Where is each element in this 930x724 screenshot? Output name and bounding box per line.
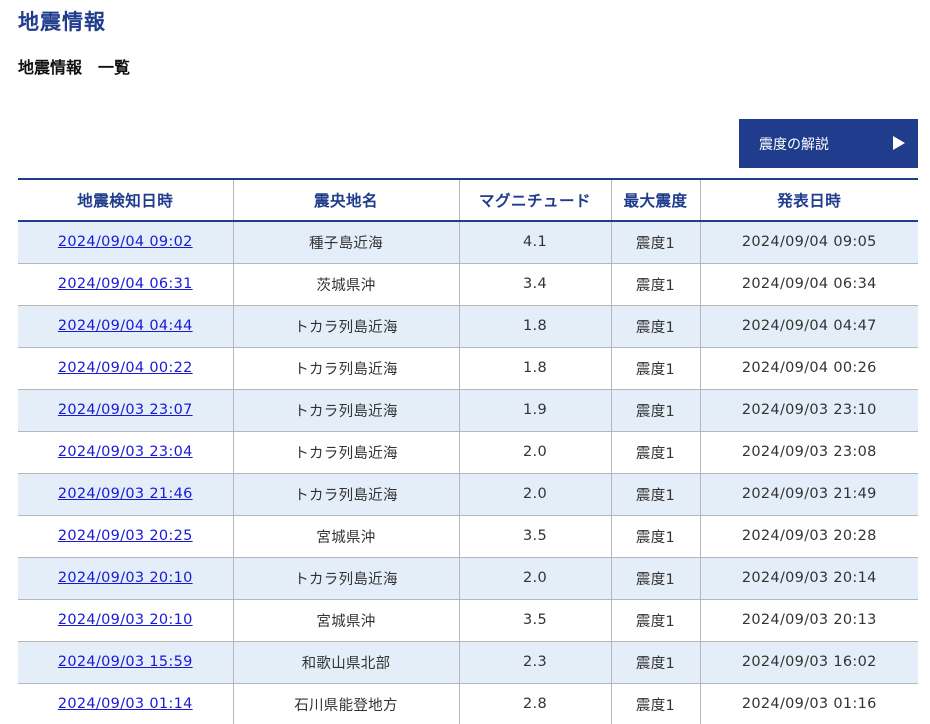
header-magnitude: マグニチュード	[458, 178, 611, 222]
max-intensity-cell: 震度1	[610, 683, 700, 724]
announced-time-cell: 2024/09/03 23:10	[699, 389, 918, 432]
detected-time-link[interactable]: 2024/09/04 06:31	[58, 276, 193, 292]
detected-time-cell: 2024/09/03 20:10	[18, 557, 233, 600]
announced-time-cell: 2024/09/03 20:13	[699, 599, 918, 642]
magnitude-cell: 2.0	[458, 473, 611, 516]
magnitude-cell: 3.4	[458, 263, 611, 306]
announced-time-cell: 2024/09/03 20:14	[699, 557, 918, 600]
table-row: 2024/09/03 21:46 トカラ列島近海 2.0 震度1 2024/09/03 …	[18, 473, 918, 516]
header-epicenter: 震央地名	[232, 178, 459, 222]
detected-time-link[interactable]: 2024/09/03 01:14	[58, 696, 193, 712]
epicenter-cell: トカラ列島近海	[232, 389, 459, 432]
detected-time-link[interactable]: 2024/09/04 09:02	[58, 234, 193, 250]
detected-time-cell: 2024/09/03 23:07	[18, 389, 233, 432]
detected-time-cell: 2024/09/03 20:25	[18, 515, 233, 558]
table-row: 2024/09/03 23:04 トカラ列島近海 2.0 震度1 2024/09/03 …	[18, 431, 918, 474]
table-row: 2024/09/04 00:22 トカラ列島近海 1.8 震度1 2024/09/04 …	[18, 347, 918, 390]
epicenter-cell: 茨城県沖	[232, 263, 459, 306]
announced-time-cell: 2024/09/03 21:49	[699, 473, 918, 516]
detected-time-cell: 2024/09/04 06:31	[18, 263, 233, 306]
max-intensity-cell: 震度1	[610, 389, 700, 432]
intensity-explanation-label: 震度の解説	[759, 136, 829, 153]
detected-time-cell: 2024/09/03 20:10	[18, 599, 233, 642]
max-intensity-cell: 震度1	[610, 641, 700, 684]
epicenter-cell: 和歌山県北部	[232, 641, 459, 684]
epicenter-cell: 種子島近海	[232, 221, 459, 264]
detected-time-link[interactable]: 2024/09/03 20:10	[58, 612, 193, 628]
detected-time-link[interactable]: 2024/09/03 15:59	[58, 654, 193, 670]
table-row: 2024/09/04 04:44 トカラ列島近海 1.8 震度1 2024/09/04 …	[18, 305, 918, 348]
detected-time-cell: 2024/09/04 04:44	[18, 305, 233, 348]
max-intensity-cell: 震度1	[610, 557, 700, 600]
detected-time-cell: 2024/09/04 09:02	[18, 221, 233, 264]
epicenter-cell: トカラ列島近海	[232, 305, 459, 348]
table-row: 2024/09/03 15:59 和歌山県北部 2.3 震度1 2024/09/03 1…	[18, 641, 918, 684]
detected-time-cell: 2024/09/03 23:04	[18, 431, 233, 474]
magnitude-cell: 2.0	[458, 557, 611, 600]
detected-time-cell: 2024/09/03 21:46	[18, 473, 233, 516]
detected-time-link[interactable]: 2024/09/03 21:46	[58, 486, 193, 502]
announced-time-cell: 2024/09/04 06:34	[699, 263, 918, 306]
intensity-explanation-button[interactable]: 震度の解説	[739, 119, 918, 168]
magnitude-cell: 4.1	[458, 221, 611, 264]
max-intensity-cell: 震度1	[610, 431, 700, 474]
detected-time-link[interactable]: 2024/09/03 23:04	[58, 444, 193, 460]
table-row: 2024/09/04 09:02 種子島近海 4.1 震度1 2024/09/04 09…	[18, 221, 918, 264]
magnitude-cell: 3.5	[458, 599, 611, 642]
max-intensity-cell: 震度1	[610, 305, 700, 348]
page-title: 地震情報	[18, 10, 106, 34]
table-row: 2024/09/03 20:10 トカラ列島近海 2.0 震度1 2024/09/03 …	[18, 557, 918, 600]
max-intensity-cell: 震度1	[610, 473, 700, 516]
magnitude-cell: 2.3	[458, 641, 611, 684]
table-row: 2024/09/03 23:07 トカラ列島近海 1.9 震度1 2024/09/03 …	[18, 389, 918, 432]
header-max-intensity: 最大震度	[610, 178, 700, 222]
magnitude-cell: 2.0	[458, 431, 611, 474]
announced-time-cell: 2024/09/04 00:26	[699, 347, 918, 390]
epicenter-cell: トカラ列島近海	[232, 431, 459, 474]
table-header-row: 地震検知日時 震央地名 マグニチュード 最大震度 発表日時	[18, 178, 918, 222]
max-intensity-cell: 震度1	[610, 263, 700, 306]
epicenter-cell: 宮城県沖	[232, 515, 459, 558]
max-intensity-cell: 震度1	[610, 221, 700, 264]
magnitude-cell: 1.9	[458, 389, 611, 432]
play-triangle-icon	[893, 136, 905, 150]
magnitude-cell: 1.8	[458, 347, 611, 390]
detected-time-link[interactable]: 2024/09/03 23:07	[58, 402, 193, 418]
table-row: 2024/09/03 20:10 宮城県沖 3.5 震度1 2024/09/03 20:…	[18, 599, 918, 642]
epicenter-cell: トカラ列島近海	[232, 347, 459, 390]
detected-time-link[interactable]: 2024/09/04 04:44	[58, 318, 193, 334]
detected-time-link[interactable]: 2024/09/03 20:25	[58, 528, 193, 544]
epicenter-cell: トカラ列島近海	[232, 557, 459, 600]
table-row: 2024/09/03 20:25 宮城県沖 3.5 震度1 2024/09/03 20:…	[18, 515, 918, 558]
list-subtitle: 地震情報 一覧	[18, 58, 131, 77]
detected-time-cell: 2024/09/04 00:22	[18, 347, 233, 390]
detected-time-link[interactable]: 2024/09/03 20:10	[58, 570, 193, 586]
max-intensity-cell: 震度1	[610, 347, 700, 390]
epicenter-cell: 石川県能登地方	[232, 683, 459, 724]
announced-time-cell: 2024/09/03 01:16	[699, 683, 918, 724]
magnitude-cell: 1.8	[458, 305, 611, 348]
epicenter-cell: トカラ列島近海	[232, 473, 459, 516]
magnitude-cell: 2.8	[458, 683, 611, 724]
detected-time-cell: 2024/09/03 15:59	[18, 641, 233, 684]
magnitude-cell: 3.5	[458, 515, 611, 558]
announced-time-cell: 2024/09/04 09:05	[699, 221, 918, 264]
announced-time-cell: 2024/09/03 20:28	[699, 515, 918, 558]
table-row: 2024/09/03 01:14 石川県能登地方 2.8 震度1 2024/09/03 …	[18, 683, 918, 724]
announced-time-cell: 2024/09/03 16:02	[699, 641, 918, 684]
detected-time-link[interactable]: 2024/09/04 00:22	[58, 360, 193, 376]
header-announced-time: 発表日時	[699, 178, 918, 222]
announced-time-cell: 2024/09/04 04:47	[699, 305, 918, 348]
announced-time-cell: 2024/09/03 23:08	[699, 431, 918, 474]
table-row: 2024/09/04 06:31 茨城県沖 3.4 震度1 2024/09/04 06:…	[18, 263, 918, 306]
earthquake-table: 地震検知日時 震央地名 マグニチュード 最大震度 発表日時 2024/09/04…	[18, 178, 918, 724]
table-body: 2024/09/04 09:02 種子島近海 4.1 震度1 2024/09/04 09…	[18, 221, 918, 724]
header-detected-time: 地震検知日時	[18, 178, 233, 222]
detected-time-cell: 2024/09/03 01:14	[18, 683, 233, 724]
epicenter-cell: 宮城県沖	[232, 599, 459, 642]
page: 地震情報 地震情報 一覧 震度の解説 地震検知日時 震央地名 マグニチュード 最…	[0, 0, 930, 724]
max-intensity-cell: 震度1	[610, 515, 700, 558]
max-intensity-cell: 震度1	[610, 599, 700, 642]
